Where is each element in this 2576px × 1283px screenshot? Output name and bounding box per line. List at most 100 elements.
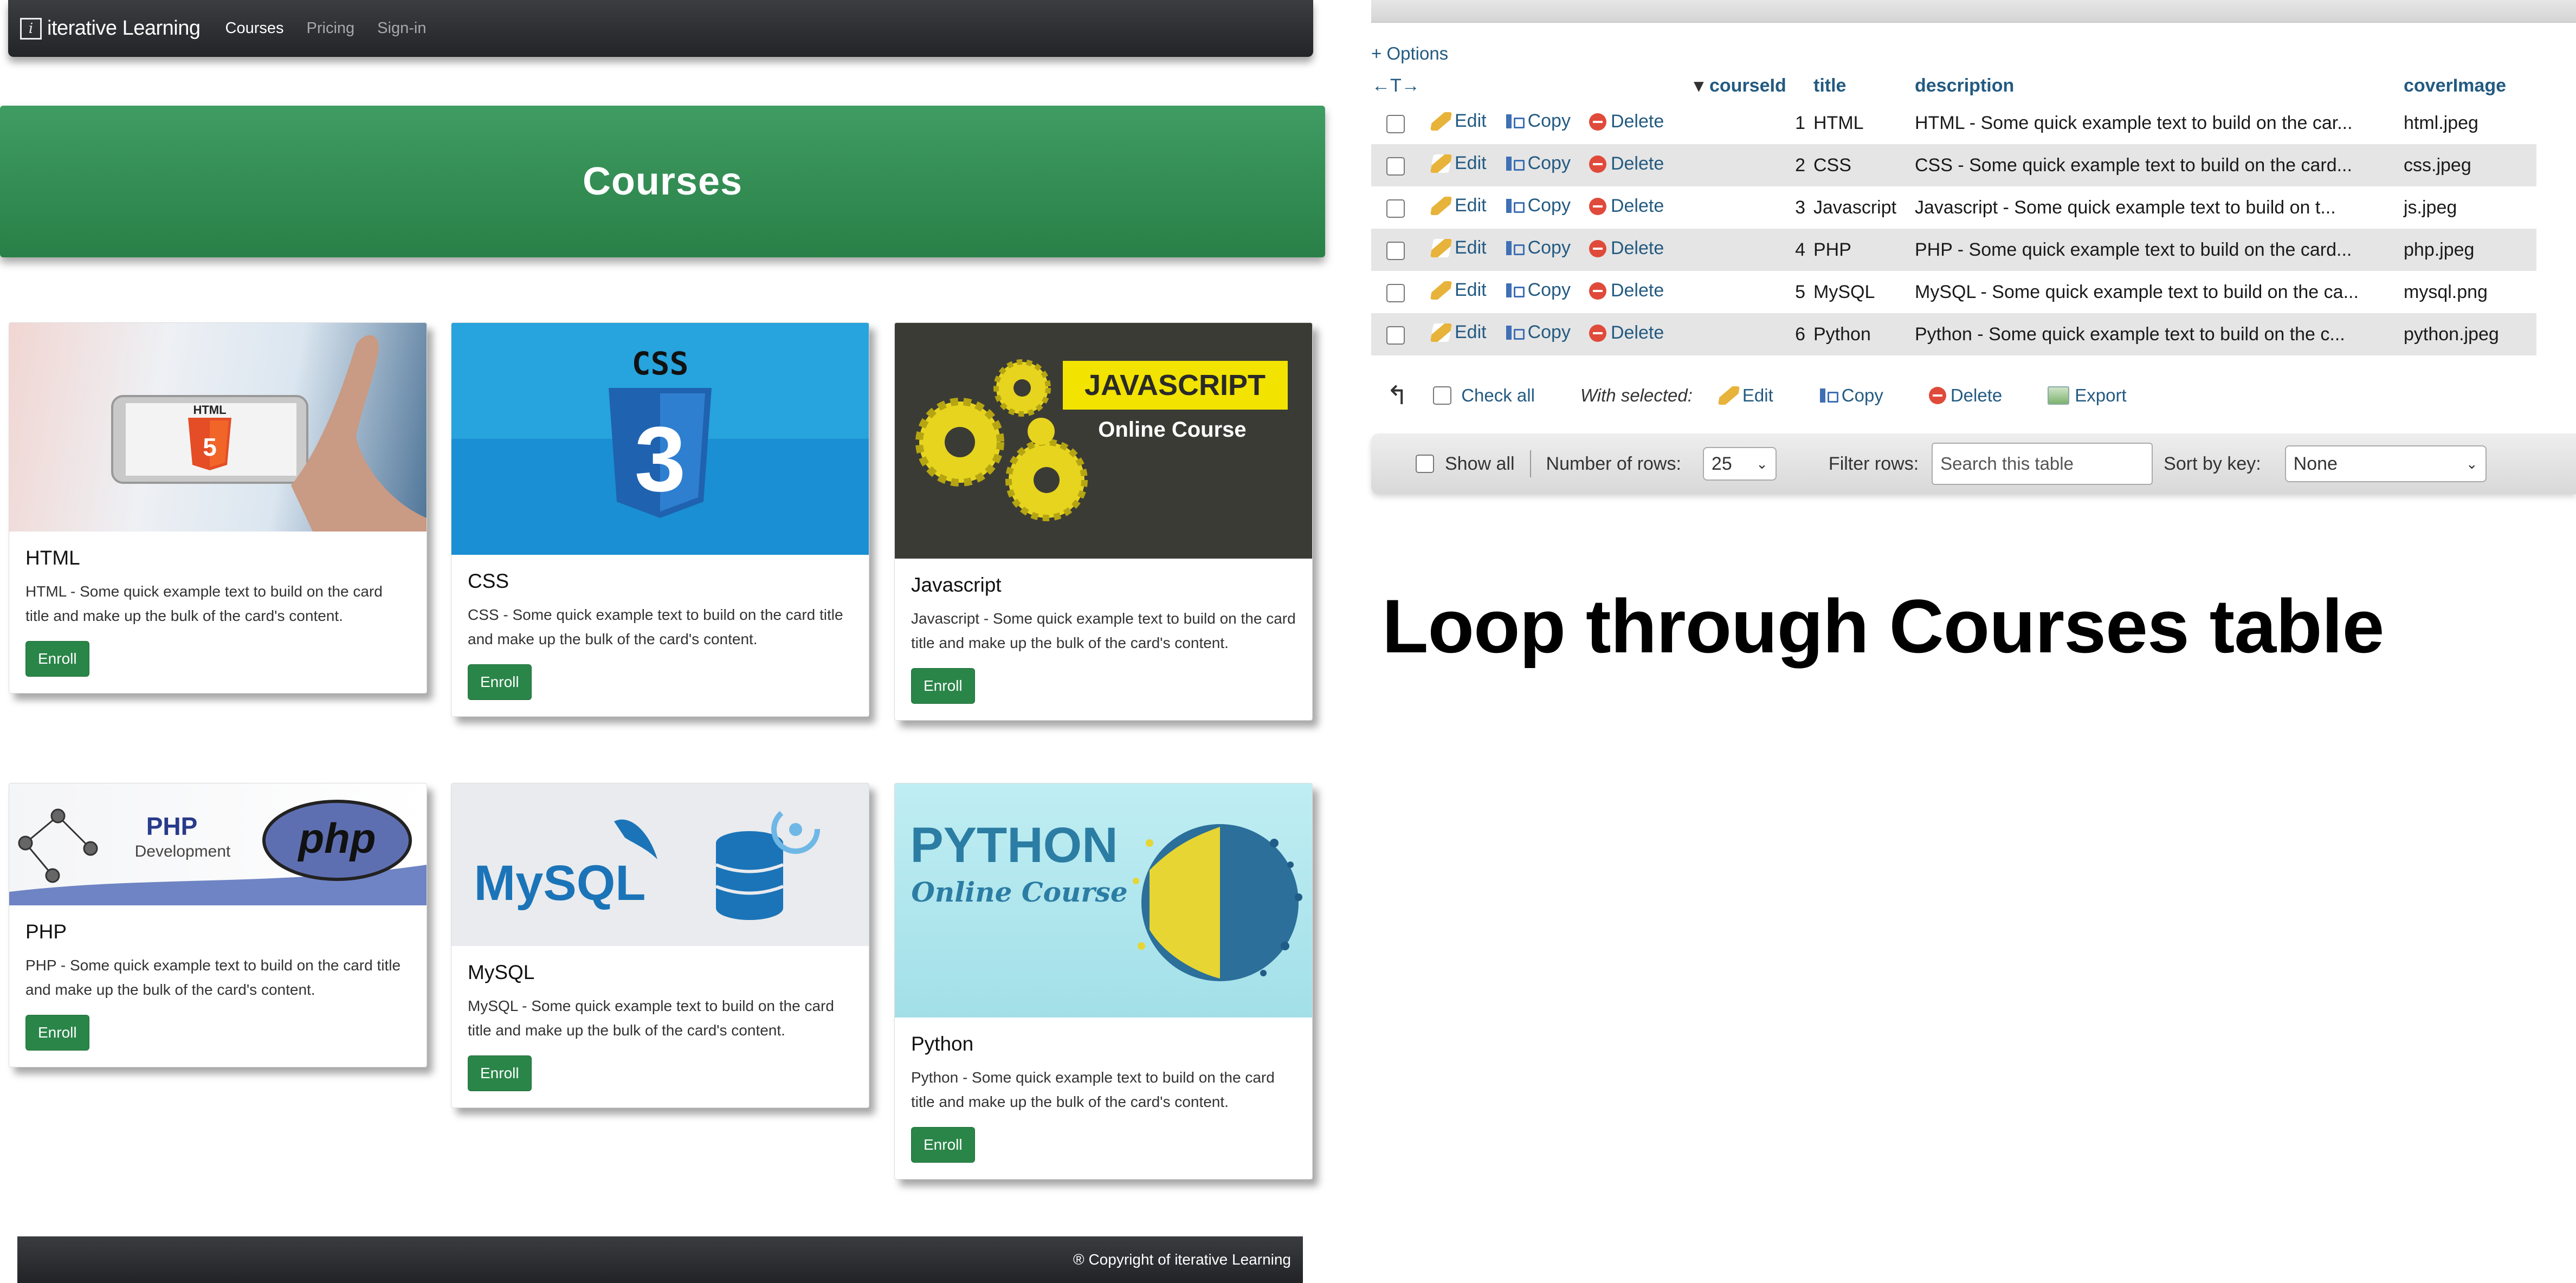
column-header-description[interactable]: description bbox=[1914, 69, 2403, 102]
copy-link[interactable]: Copy bbox=[1505, 280, 1571, 301]
delete-link[interactable]: Delete bbox=[1589, 153, 1664, 174]
copy-icon bbox=[1505, 281, 1525, 300]
cell-title[interactable]: PHP bbox=[1813, 229, 1914, 271]
copy-link[interactable]: Copy bbox=[1505, 322, 1571, 343]
column-header-courseid[interactable]: courseId bbox=[1709, 69, 1813, 102]
column-header-title[interactable]: title bbox=[1813, 69, 1914, 102]
row-checkbox[interactable] bbox=[1386, 241, 1405, 260]
cell-coverimage[interactable]: mysql.png bbox=[2403, 271, 2536, 313]
copy-link[interactable]: Copy bbox=[1505, 111, 1571, 132]
show-all-label[interactable]: Show all bbox=[1445, 453, 1515, 475]
bulk-export-button[interactable]: Export bbox=[2048, 385, 2127, 406]
svg-text:Online Course: Online Course bbox=[911, 876, 1127, 908]
cell-courseid[interactable]: 4 bbox=[1709, 229, 1813, 271]
row-checkbox-cell bbox=[1371, 144, 1432, 186]
cell-description[interactable]: HTML - Some quick example text to build … bbox=[1914, 102, 2403, 144]
sort-select[interactable]: None ⌄ bbox=[2284, 445, 2487, 482]
cell-description[interactable]: MySQL - Some quick example text to build… bbox=[1914, 271, 2403, 313]
check-all-checkbox[interactable] bbox=[1433, 386, 1452, 405]
edit-link[interactable]: Edit bbox=[1430, 153, 1487, 174]
pencil-icon bbox=[1430, 154, 1452, 173]
card-text: MySQL - Some quick example text to build… bbox=[468, 997, 834, 1039]
nav-courses[interactable]: Courses bbox=[225, 20, 284, 37]
copy-icon bbox=[1505, 154, 1525, 173]
cell-coverimage[interactable]: php.jpeg bbox=[2403, 229, 2536, 271]
nav-pricing[interactable]: Pricing bbox=[307, 20, 355, 37]
brand[interactable]: i iterative Learning bbox=[20, 17, 201, 40]
card-text: Javascript - Some quick example text to … bbox=[911, 610, 1296, 651]
edit-link[interactable]: Edit bbox=[1430, 322, 1487, 343]
enroll-button[interactable]: Enroll bbox=[911, 1127, 975, 1163]
rows-select[interactable]: 25 ⌄ bbox=[1702, 447, 1777, 481]
row-checkbox[interactable] bbox=[1386, 157, 1405, 176]
column-resize-arrows[interactable]: ←T→ bbox=[1371, 69, 1432, 102]
copy-link[interactable]: Copy bbox=[1505, 195, 1571, 216]
delete-icon bbox=[1589, 155, 1606, 173]
table-row: Edit Copy Delete 6 Python Python - Some quick… bbox=[1371, 313, 2536, 355]
export-icon bbox=[2048, 386, 2070, 405]
delete-link[interactable]: Delete bbox=[1589, 238, 1664, 259]
copy-link[interactable]: Copy bbox=[1505, 153, 1571, 174]
enroll-button[interactable]: Enroll bbox=[25, 1015, 89, 1051]
course-card-php: PHP Development php PHP PHP - Some quick… bbox=[9, 783, 427, 1067]
svg-text:HTML: HTML bbox=[193, 403, 226, 417]
delete-icon bbox=[1928, 387, 1946, 404]
cell-coverimage[interactable]: html.jpeg bbox=[2403, 102, 2536, 144]
cell-title[interactable]: MySQL bbox=[1813, 271, 1914, 313]
options-link[interactable]: + Options bbox=[1371, 43, 1448, 64]
cell-description[interactable]: Python - Some quick example text to buil… bbox=[1914, 313, 2403, 355]
cell-description[interactable]: Javascript - Some quick example text to … bbox=[1914, 186, 2403, 229]
delete-link[interactable]: Delete bbox=[1589, 280, 1664, 301]
enroll-button[interactable]: Enroll bbox=[911, 668, 975, 704]
filter-rows-input[interactable]: Search this table bbox=[1932, 443, 2153, 485]
row-checkbox[interactable] bbox=[1386, 199, 1405, 218]
card-title: CSS bbox=[468, 570, 509, 592]
bulk-delete-button[interactable]: Delete bbox=[1928, 385, 2002, 406]
row-checkbox[interactable] bbox=[1386, 283, 1405, 302]
cell-description[interactable]: PHP - Some quick example text to build o… bbox=[1914, 229, 2403, 271]
brand-logo: i bbox=[20, 17, 42, 40]
edit-link[interactable]: Edit bbox=[1430, 195, 1487, 216]
column-header-coverimage[interactable]: coverImage bbox=[2403, 69, 2536, 102]
cell-title[interactable]: HTML bbox=[1813, 102, 1914, 144]
filter-label: Filter rows: bbox=[1828, 453, 1919, 474]
site-navbar: i iterative Learning Courses Pricing Sig… bbox=[8, 0, 1313, 57]
cell-coverimage[interactable]: js.jpeg bbox=[2403, 186, 2536, 229]
cell-courseid[interactable]: 1 bbox=[1709, 102, 1813, 144]
cell-description[interactable]: CSS - Some quick example text to build o… bbox=[1914, 144, 2403, 186]
enroll-button[interactable]: Enroll bbox=[468, 664, 532, 700]
cell-courseid[interactable]: 2 bbox=[1709, 144, 1813, 186]
enroll-button[interactable]: Enroll bbox=[25, 641, 89, 677]
row-checkbox[interactable] bbox=[1386, 326, 1405, 345]
bulk-edit-button[interactable]: Edit bbox=[1718, 385, 1773, 406]
cell-title[interactable]: Python bbox=[1813, 313, 1914, 355]
delete-link[interactable]: Delete bbox=[1589, 322, 1664, 344]
enroll-button[interactable]: Enroll bbox=[468, 1055, 532, 1091]
bulk-copy-button[interactable]: Copy bbox=[1819, 385, 1883, 406]
cell-courseid[interactable]: 6 bbox=[1709, 313, 1813, 355]
show-all-checkbox[interactable] bbox=[1416, 455, 1434, 473]
svg-text:php: php bbox=[298, 814, 376, 862]
row-actions: Edit Copy Delete bbox=[1430, 186, 1709, 229]
cell-courseid[interactable]: 3 bbox=[1709, 186, 1813, 229]
edit-link[interactable]: Edit bbox=[1430, 280, 1487, 301]
edit-link[interactable]: Edit bbox=[1430, 237, 1487, 258]
hero-banner: Courses bbox=[0, 106, 1325, 257]
cell-coverimage[interactable]: python.jpeg bbox=[2403, 313, 2536, 355]
sort-dropdown-icon[interactable]: ▾ bbox=[1432, 69, 1709, 102]
cell-title[interactable]: Javascript bbox=[1813, 186, 1914, 229]
cell-coverimage[interactable]: css.jpeg bbox=[2403, 144, 2536, 186]
check-all-label[interactable]: Check all bbox=[1461, 385, 1535, 406]
row-checkbox[interactable] bbox=[1386, 114, 1405, 133]
delete-link[interactable]: Delete bbox=[1589, 196, 1664, 217]
card-title: Python bbox=[911, 1033, 974, 1055]
svg-text:CSS: CSS bbox=[632, 345, 689, 382]
cell-title[interactable]: CSS bbox=[1813, 144, 1914, 186]
nav-signin[interactable]: Sign-in bbox=[377, 20, 426, 37]
hero-title: Courses bbox=[582, 160, 743, 203]
cell-courseid[interactable]: 5 bbox=[1709, 271, 1813, 313]
copy-link[interactable]: Copy bbox=[1505, 237, 1571, 258]
edit-link[interactable]: Edit bbox=[1430, 111, 1487, 132]
sort-label: Sort by key: bbox=[2164, 453, 2261, 474]
delete-link[interactable]: Delete bbox=[1589, 111, 1664, 132]
